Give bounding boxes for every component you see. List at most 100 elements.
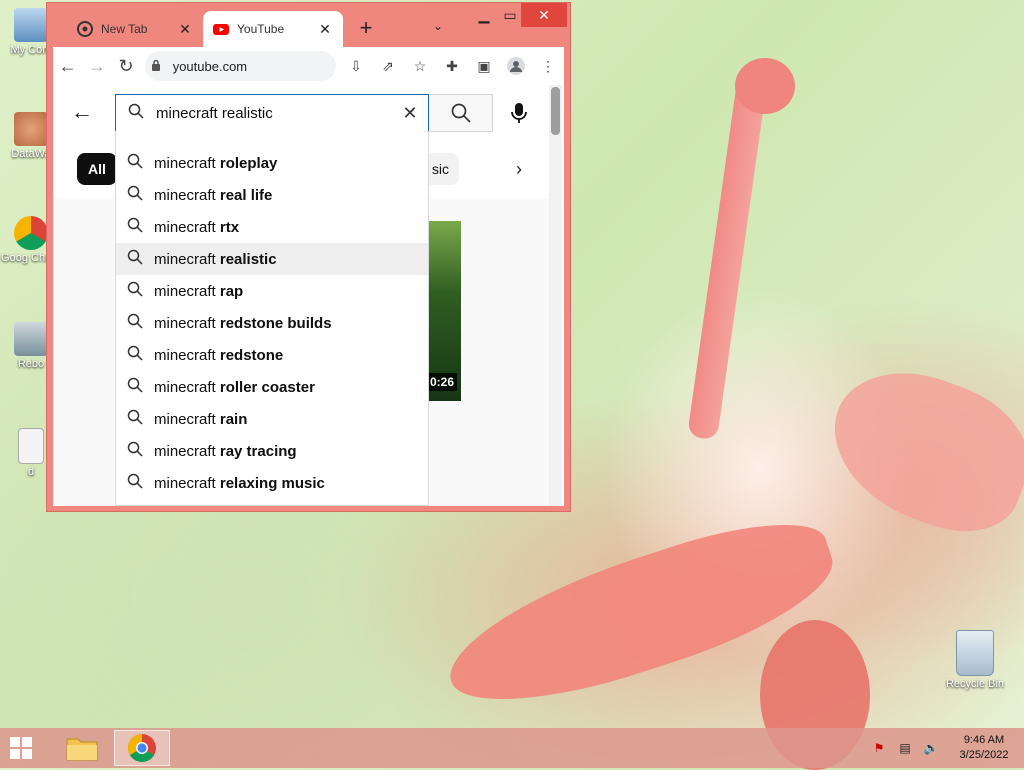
taskbar-google-chrome[interactable] [114, 730, 170, 766]
search-icon [451, 103, 471, 123]
search-button[interactable] [429, 94, 493, 132]
suggestion-item[interactable]: minecraft redstone builds [116, 307, 428, 339]
reboot-icon [14, 322, 48, 356]
suggestion-item[interactable]: minecraft redstone [116, 339, 428, 371]
suggestion-item[interactable]: minecraft roleplay [116, 147, 428, 179]
clear-search-icon[interactable]: ✕ [392, 103, 428, 124]
address-bar[interactable]: youtube.com [144, 51, 336, 81]
tab-close-icon[interactable]: ✕ [317, 21, 333, 38]
address-text: youtube.com [172, 58, 248, 74]
search-suggestions-dropdown: minecraft roleplay minecraft real life min… [115, 131, 429, 506]
desktop-icon-recycle-bin[interactable]: Recycle Bin [940, 630, 1010, 690]
action-center-flag-icon[interactable]: ⚑ [871, 741, 887, 755]
suggestion-item[interactable]: minecraft real life [116, 179, 428, 211]
suggestion-text: minecraft redstone [154, 347, 283, 364]
suggestion-text: minecraft roller coaster [154, 379, 315, 396]
text-file-icon [18, 428, 44, 464]
tab-search-chevron-icon[interactable]: ⌄ [433, 19, 443, 33]
wallpaper-petal [812, 350, 1024, 550]
taskbar: ⚑ ▤ 🔈 9:46 AM 3/25/2022 [0, 728, 1024, 768]
profile-avatar-icon[interactable] [500, 51, 532, 81]
suggestion-completion: roleplay [219, 154, 278, 172]
chrome-icon [77, 21, 93, 37]
suggestion-prefix: minecraft [154, 154, 220, 172]
kebab-menu-icon[interactable]: ⋮ [532, 51, 564, 81]
search-icon [116, 345, 154, 365]
tab-new-tab[interactable]: New Tab ✕ [67, 11, 203, 47]
bookmark-star-icon[interactable]: ☆ [404, 51, 436, 81]
back-arrow-icon[interactable]: ← [71, 99, 97, 125]
suggestion-text: minecraft rtx [154, 219, 239, 236]
start-button[interactable] [10, 737, 32, 759]
page-scrollbar-track[interactable] [549, 85, 562, 506]
suggestion-text: minecraft rap [154, 283, 243, 300]
suggestion-item[interactable]: minecraft rain [116, 403, 428, 435]
side-panel-icon[interactable]: ▣ [468, 51, 500, 81]
chip-all[interactable]: All [77, 153, 117, 185]
suggestion-completion: rap [219, 282, 244, 300]
network-icon[interactable]: ▤ [897, 741, 913, 755]
suggestion-prefix: minecraft [154, 218, 220, 236]
suggestion-item[interactable]: minecraft roller coaster [116, 371, 428, 403]
suggestion-item[interactable]: minecraft relaxing music [116, 467, 428, 499]
suggestion-prefix: minecraft [154, 442, 220, 460]
suggestion-item[interactable]: minecraft rap [116, 275, 428, 307]
computer-icon [14, 8, 48, 42]
suggestion-completion: relaxing music [219, 474, 325, 492]
microphone-icon[interactable] [505, 99, 533, 127]
suggestion-prefix: minecraft [154, 378, 220, 396]
video-duration-badge: 0:26 [427, 373, 457, 391]
search-icon [116, 313, 154, 333]
suggestion-completion: rain [219, 410, 248, 428]
tab-youtube[interactable]: YouTube ✕ [203, 11, 343, 47]
suggestion-text: minecraft redstone builds [154, 315, 332, 332]
taskbar-file-explorer[interactable] [54, 730, 110, 766]
clock-date: 3/25/2022 [959, 749, 1009, 761]
suggestion-prefix: minecraft [154, 474, 220, 492]
suggestion-item[interactable]: minecraft ray tracing [116, 435, 428, 467]
suggestion-completion: redstone builds [219, 314, 332, 332]
tab-close-icon[interactable]: ✕ [177, 21, 193, 38]
wallpaper-flower-head [735, 58, 795, 114]
folder-icon [66, 738, 98, 761]
share-icon[interactable]: ⇗ [372, 51, 404, 81]
search-icon [116, 103, 156, 124]
chrome-window: New Tab ✕ YouTube ✕ + ⌄ ▁ ▭ ✕ ← → ↻ yout… [46, 2, 571, 512]
lock-icon [151, 59, 167, 74]
suggestion-prefix: minecraft [154, 282, 220, 300]
suggestion-item[interactable]: minecraft rtx [116, 211, 428, 243]
search-icon [116, 409, 154, 429]
chrome-icon [14, 216, 48, 250]
datawarrior-icon [14, 112, 48, 146]
search-icon [116, 377, 154, 397]
suggestion-completion: rtx [219, 218, 240, 236]
suggestion-text: minecraft real life [154, 187, 272, 204]
volume-muted-icon[interactable]: 🔈 [923, 741, 939, 755]
install-app-icon[interactable]: ⇩ [340, 51, 372, 81]
new-tab-button[interactable]: + [353, 15, 379, 41]
clock-time: 9:46 AM [963, 734, 1005, 746]
wallpaper-flower-stem [687, 79, 767, 441]
search-icon [116, 185, 154, 205]
back-button[interactable]: ← [53, 51, 82, 81]
suggestion-item[interactable]: minecraft realistic [116, 243, 428, 275]
search-icon [116, 217, 154, 237]
suggestion-text: minecraft rain [154, 411, 247, 428]
chevron-right-icon[interactable]: › [505, 155, 533, 183]
suggestion-completion: real life [219, 186, 273, 204]
suggestion-prefix: minecraft [154, 186, 220, 204]
close-window-button[interactable]: ✕ [521, 3, 567, 27]
clock[interactable]: 9:46 AM 3/25/2022 [944, 733, 1024, 763]
search-input[interactable]: minecraft realistic ✕ [115, 94, 429, 132]
reload-button[interactable]: ↻ [111, 51, 140, 81]
search-value: minecraft realistic [156, 104, 273, 122]
recycle-bin-icon [956, 630, 994, 676]
extensions-icon[interactable]: ✚ [436, 51, 468, 81]
suggestion-text: minecraft relaxing music [154, 475, 325, 492]
system-tray: ⚑ ▤ 🔈 9:46 AM 3/25/2022 [866, 728, 1024, 768]
suggestion-prefix: minecraft [154, 346, 220, 364]
forward-button[interactable]: → [82, 51, 111, 81]
suggestion-completion: roller coaster [219, 378, 315, 396]
chrome-icon [128, 734, 156, 762]
suggestion-text: minecraft ray tracing [154, 443, 297, 460]
